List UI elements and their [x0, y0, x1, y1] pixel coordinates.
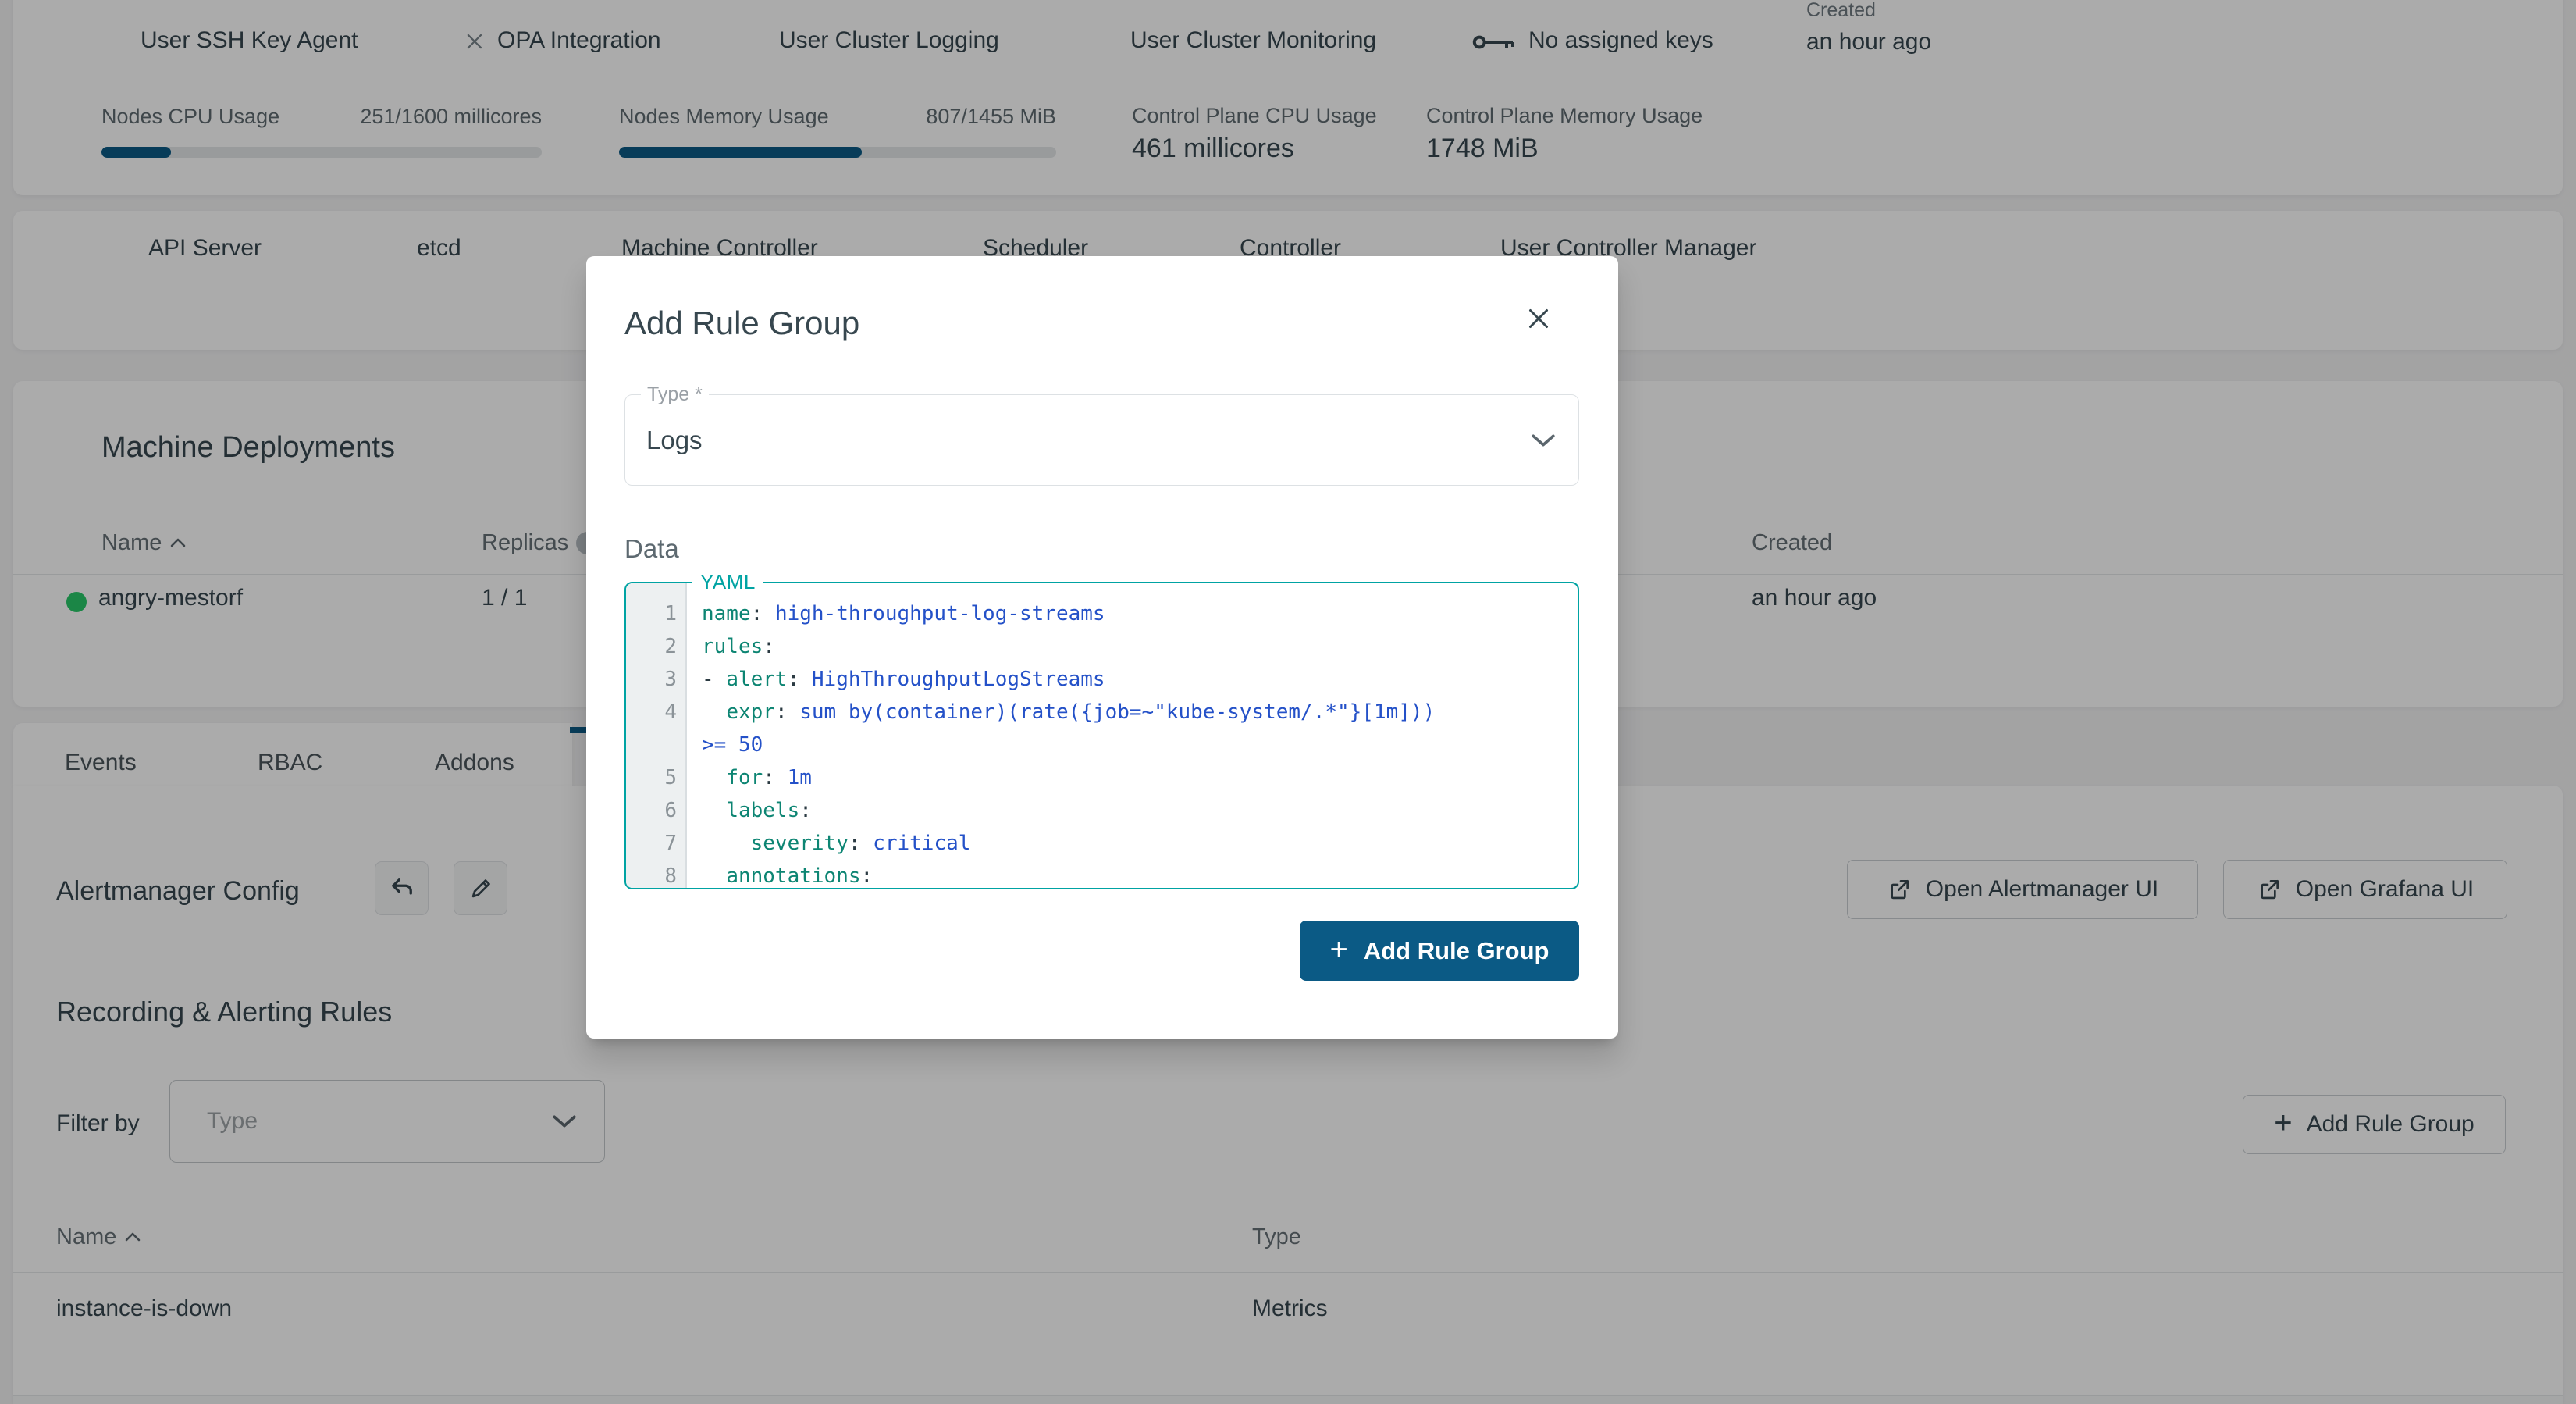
code-line: 1name: high-throughput-log-streams [626, 597, 1573, 630]
code-line-text: labels: [687, 794, 812, 827]
editor-language-label: YAML [692, 570, 763, 594]
dialog-title: Add Rule Group [624, 305, 859, 341]
chevron-down-icon [1530, 433, 1557, 448]
code-line: 5 for: 1m [626, 761, 1573, 794]
add-rule-group-dialog: Add Rule Group Type * Logs Data YAML 1na… [586, 256, 1618, 1039]
code-line-text: annotations: [687, 860, 873, 893]
yaml-code-editor[interactable]: YAML 1name: high-throughput-log-streams2… [624, 582, 1579, 889]
code-line-text: rules: [687, 630, 775, 663]
data-field-label: Data [624, 534, 679, 564]
code-line-text: expr: sum by(container)(rate({job=~"kube… [687, 696, 1435, 761]
rule-type-select[interactable]: Type * Logs [624, 394, 1579, 486]
submit-add-rule-group-button[interactable]: + Add Rule Group [1300, 921, 1579, 981]
code-line: 6 labels: [626, 794, 1573, 827]
type-field-label: Type * [641, 383, 709, 406]
line-number: 8 [626, 860, 687, 893]
line-number: 7 [626, 827, 687, 860]
close-dialog-button[interactable] [1521, 301, 1556, 336]
code-line: 4 expr: sum by(container)(rate({job=~"ku… [626, 696, 1573, 761]
code-line: 3- alert: HighThroughputLogStreams [626, 663, 1573, 696]
plus-icon: + [1329, 934, 1347, 965]
code-line-text: - alert: HighThroughputLogStreams [687, 663, 1105, 696]
line-number: 5 [626, 761, 687, 794]
code-line-text: name: high-throughput-log-streams [687, 597, 1105, 630]
line-number: 3 [626, 663, 687, 696]
code-line-text: for: 1m [687, 761, 812, 794]
code-line: 8 annotations: [626, 860, 1573, 893]
code-line: 7 severity: critical [626, 827, 1573, 860]
type-field-value: Logs [646, 426, 703, 455]
code-line: 2rules: [626, 630, 1573, 663]
line-number: 6 [626, 794, 687, 827]
line-number: 2 [626, 630, 687, 663]
line-number: 1 [626, 597, 687, 630]
code-lines: 1name: high-throughput-log-streams2rules… [626, 597, 1573, 893]
close-icon [1525, 305, 1553, 333]
submit-add-rule-group-label: Add Rule Group [1364, 937, 1550, 965]
line-number: 4 [626, 696, 687, 729]
code-line-text: severity: critical [687, 827, 970, 860]
